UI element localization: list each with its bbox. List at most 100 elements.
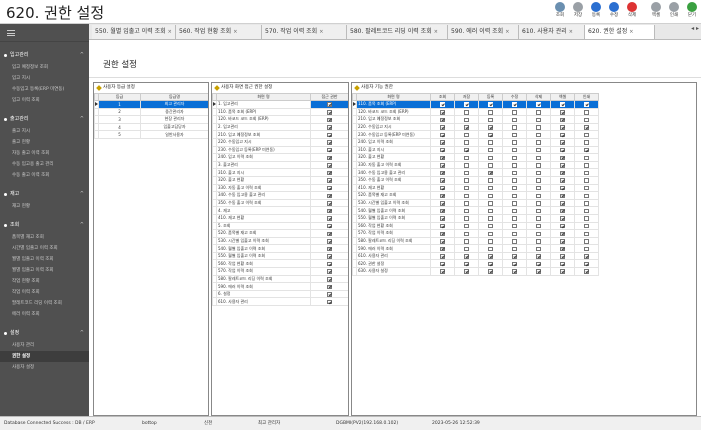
table-row[interactable]: 610. 사용자 관리 <box>212 297 348 307</box>
tab-scroll-arrows[interactable]: ◂ ▸ <box>691 25 699 32</box>
close-icon[interactable]: × <box>629 29 633 35</box>
permission-checkbox[interactable] <box>464 201 469 206</box>
permission-checkbox[interactable] <box>440 208 445 214</box>
permission-checkbox[interactable] <box>488 185 493 191</box>
table-row[interactable]: 1. 입고관리 <box>212 100 348 109</box>
table-row[interactable]: 560. 작업 현황 조회 <box>352 221 599 231</box>
table-row[interactable]: 3. 출고관리 <box>212 160 348 170</box>
table-row[interactable]: 410. 재고 현황 <box>352 183 599 193</box>
table-row[interactable]: 240. 입고 이력 조회 <box>212 153 348 162</box>
permission-checkbox[interactable] <box>488 201 493 206</box>
permission-checkbox[interactable] <box>440 140 445 145</box>
permission-checkbox[interactable] <box>440 170 445 176</box>
sidebar-item[interactable]: 입고 예정정보 조회 <box>0 62 89 73</box>
permission-checkbox[interactable] <box>327 102 332 107</box>
permission-checkbox[interactable] <box>560 163 565 168</box>
tab-item[interactable]: 610. 사용자 관리 × <box>519 25 585 39</box>
permission-checkbox[interactable] <box>536 261 541 267</box>
permission-checkbox[interactable] <box>440 185 445 191</box>
permission-checkbox[interactable] <box>464 170 469 176</box>
permission-checkbox[interactable] <box>327 208 332 214</box>
permission-checkbox[interactable] <box>327 132 332 138</box>
toolbar-button-3[interactable]: 수정 <box>605 0 623 24</box>
permission-checkbox[interactable] <box>440 132 445 138</box>
permission-checkbox[interactable] <box>560 261 565 267</box>
sidebar-item[interactable]: 수동입고 등록(ERP 미연동) <box>0 84 89 95</box>
tab-item[interactable]: 580. 팔레트코드 리딩 이력 조회 × <box>347 25 448 39</box>
permission-checkbox[interactable] <box>327 292 332 297</box>
permission-checkbox[interactable] <box>464 216 469 221</box>
sidebar-item[interactable]: 품목별 재고 조회 <box>0 232 89 243</box>
permission-checkbox[interactable] <box>584 185 589 191</box>
toolbar-button-0[interactable]: 조회 <box>551 0 569 24</box>
table-row[interactable]: 350. 수동 출고 이력 조회 <box>212 198 348 208</box>
permission-checkbox[interactable] <box>464 185 469 191</box>
permission-checkbox[interactable] <box>488 170 493 176</box>
permission-checkbox[interactable] <box>560 178 565 183</box>
table-row[interactable]: 530. 시간별 입출고 이력 조회 <box>352 198 599 208</box>
permission-checkbox[interactable] <box>488 147 493 153</box>
table-row[interactable]: 110. 품목 조회 (ERP) <box>212 107 348 117</box>
permission-checkbox[interactable] <box>440 102 445 107</box>
sidebar-item[interactable]: 작업 현황 조회 <box>0 276 89 287</box>
table-row[interactable]: 550. 월별 입출고 이력 조회 <box>352 213 599 223</box>
permission-checkbox[interactable] <box>584 117 589 123</box>
table-row[interactable]: 230. 수동입고 등록(ERP 미연동) <box>352 130 599 139</box>
table-row[interactable]: 4 입출고담당자 <box>94 122 208 132</box>
sidebar-item[interactable]: 출고 지시 <box>0 126 89 137</box>
sidebar-item[interactable]: 작업 이력 조회 <box>0 287 89 298</box>
permission-checkbox[interactable] <box>327 147 332 153</box>
permission-checkbox[interactable] <box>488 193 493 199</box>
permission-checkbox[interactable] <box>584 261 589 267</box>
permission-checkbox[interactable] <box>464 246 469 252</box>
permission-checkbox[interactable] <box>584 239 589 244</box>
table-row[interactable]: 580. 팔레트코드 리딩 이력 조회 <box>352 236 599 246</box>
table-row[interactable]: 590. 에러 이력 조회 <box>352 244 599 253</box>
sidebar-item[interactable]: 월별 입출고 이력 조회 <box>0 254 89 265</box>
permission-checkbox[interactable] <box>584 231 589 237</box>
permission-checkbox[interactable] <box>440 223 445 229</box>
tab-item[interactable]: 550. 월별 입출고 이력 조회 × <box>92 25 176 39</box>
permission-checkbox[interactable] <box>327 193 332 199</box>
sidebar-group[interactable]: 재고 ^ <box>0 187 89 201</box>
permission-checkbox[interactable] <box>512 140 517 145</box>
permission-checkbox[interactable] <box>512 132 517 138</box>
sidebar-item[interactable]: 팔레트코드 리딩 이력 조회 <box>0 298 89 309</box>
table-row[interactable]: 210. 입고 예정정보 조회 <box>352 115 599 124</box>
permission-checkbox[interactable] <box>512 147 517 153</box>
sidebar-group[interactable]: 입고관리 ^ <box>0 48 89 62</box>
permission-checkbox[interactable] <box>560 185 565 191</box>
table-row[interactable]: 570. 작업 이력 조회 <box>212 267 348 276</box>
permission-checkbox[interactable] <box>536 208 541 214</box>
table-row[interactable]: 110. 품목 조회 (ERP) <box>352 100 599 109</box>
table-row[interactable]: 230. 수동입고 등록(ERP 미연동) <box>212 145 348 155</box>
permission-checkbox[interactable] <box>488 102 493 107</box>
permission-checkbox[interactable] <box>584 102 589 107</box>
permission-checkbox[interactable] <box>327 140 332 145</box>
permission-checkbox[interactable] <box>536 185 541 191</box>
permission-checkbox[interactable] <box>512 163 517 168</box>
close-icon[interactable]: × <box>319 29 323 35</box>
permission-checkbox[interactable] <box>584 269 589 274</box>
permission-checkbox[interactable] <box>560 125 565 130</box>
permission-checkbox[interactable] <box>488 239 493 244</box>
permission-checkbox[interactable] <box>464 125 469 130</box>
table-row[interactable]: 330. 자동 출고 이력 조회 <box>212 183 348 193</box>
permission-checkbox[interactable] <box>536 223 541 229</box>
close-icon[interactable]: × <box>168 29 172 35</box>
permission-checkbox[interactable] <box>327 261 332 267</box>
sidebar-item[interactable]: 사용자 관리 <box>0 340 89 351</box>
table-row[interactable]: 520. 품목별 재고 조회 <box>212 229 348 238</box>
permission-checkbox[interactable] <box>440 216 445 221</box>
table-row[interactable]: 610. 사용자 관리 <box>352 251 599 261</box>
permission-checkbox[interactable] <box>536 216 541 221</box>
permission-checkbox[interactable] <box>560 132 565 138</box>
table-row[interactable]: 340. 수동 입고용 출고 관리 <box>352 168 599 177</box>
permission-checkbox[interactable] <box>440 117 445 123</box>
toolbar-button-4[interactable]: 삭제 <box>623 0 641 24</box>
permission-checkbox[interactable] <box>327 223 332 229</box>
permission-checkbox[interactable] <box>464 208 469 214</box>
table-row[interactable]: 4. 재고 <box>212 206 348 215</box>
close-button[interactable]: 닫기 <box>683 0 701 24</box>
permission-checkbox[interactable] <box>512 254 517 259</box>
